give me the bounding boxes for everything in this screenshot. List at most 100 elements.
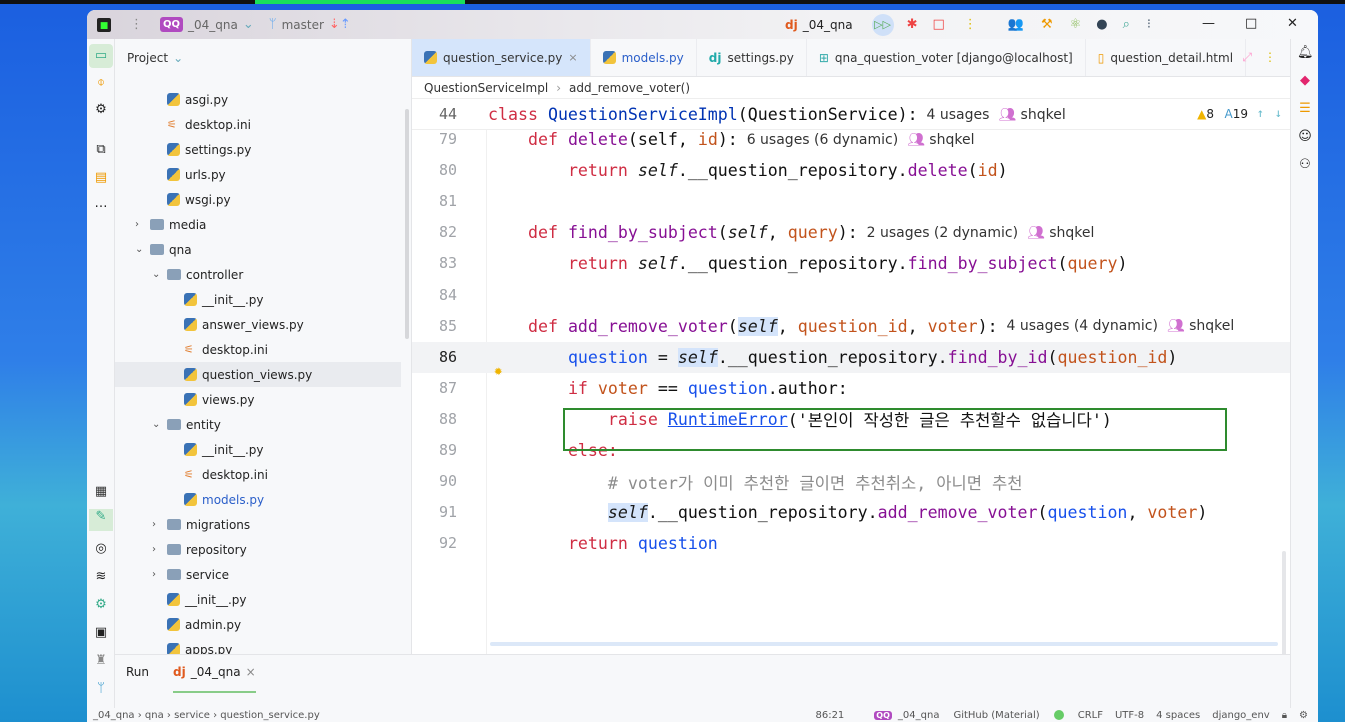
ai-icon[interactable]: ⚛	[1070, 17, 1082, 33]
copilot-icon[interactable]: ☺	[1297, 129, 1313, 145]
close-button[interactable]: ✕	[1287, 16, 1298, 32]
status-project[interactable]: _04_qna	[898, 710, 940, 721]
tree-item[interactable]: admin.py	[115, 612, 401, 637]
tree-scrollbar[interactable]	[405, 109, 409, 339]
collab-icon[interactable]: 👥	[1008, 17, 1024, 33]
tree-item[interactable]: ⌄ qna	[115, 237, 401, 262]
code-line[interactable]: return self .__question_repository. delete…	[488, 155, 1290, 186]
warning-count[interactable]: ▲8	[1197, 107, 1214, 121]
code-line[interactable]: class QuestionServiceImpl (QuestionServic…	[488, 99, 1290, 130]
chevron-down-icon[interactable]: ⌄	[173, 51, 183, 65]
tree-item[interactable]: answer_views.py	[115, 312, 401, 337]
tree-item[interactable]: ⚟ desktop.ini	[115, 462, 401, 487]
run-config-selector[interactable]: _04_qna	[803, 18, 853, 32]
typo-count[interactable]: A19	[1225, 107, 1249, 121]
ai-assistant-icon[interactable]: ◆	[1297, 73, 1313, 89]
more-tools-icon[interactable]: …	[93, 196, 109, 212]
tree-item[interactable]: question_views.py	[115, 362, 401, 387]
tree-item[interactable]: ⌄ entity	[115, 412, 401, 437]
tab-settings[interactable]: dj settings.py	[697, 39, 807, 76]
structure-icon[interactable]: ⚙	[93, 102, 109, 118]
line-separator[interactable]: CRLF	[1078, 710, 1103, 721]
tree-item[interactable]: wsgi.py	[115, 187, 401, 212]
tree-item[interactable]: › media	[115, 212, 401, 237]
tab-models[interactable]: models.py	[591, 39, 697, 76]
tree-item[interactable]: views.py	[115, 387, 401, 412]
search-icon[interactable]: ⌕	[1123, 17, 1130, 33]
tree-item[interactable]: __init__.py	[115, 287, 401, 312]
prev-highlight-icon[interactable]: ↑	[1257, 106, 1264, 120]
notifications-icon[interactable]: 🔔︎	[1297, 45, 1314, 61]
minimize-button[interactable]: —	[1202, 16, 1215, 32]
code-line[interactable]: question = self .__question_repository. fi…	[412, 341, 1290, 373]
database-icon[interactable]: ⧉	[93, 142, 109, 158]
git-icon[interactable]: ᛘ	[93, 681, 109, 697]
tree-item[interactable]: asgi.py	[115, 87, 401, 112]
tab-qna-question-voter[interactable]: ⊞ qna_question_voter [django@localhost]	[807, 39, 1086, 76]
tree-item[interactable]: settings.py	[115, 137, 401, 162]
code-line[interactable]	[488, 186, 1290, 217]
tree-item[interactable]: ⚟ desktop.ini	[115, 112, 401, 137]
chevron-down-icon[interactable]: ⌄	[135, 244, 145, 255]
vertical-scrollbar[interactable]	[1282, 551, 1286, 671]
bookmarks-icon[interactable]: ▤	[93, 170, 109, 186]
tree-item[interactable]: __init__.py	[115, 437, 401, 462]
status-path[interactable]: _04_qna › qna › service › question_servi…	[93, 710, 320, 721]
chevron-right-icon[interactable]: ›	[152, 519, 162, 530]
record-icon[interactable]: ●	[1096, 17, 1107, 33]
chevron-right-icon[interactable]: ›	[135, 219, 145, 230]
terminal-icon[interactable]: ▣	[93, 625, 109, 641]
branch-selector[interactable]: master	[282, 18, 324, 32]
tab-question-service[interactable]: question_service.py ×	[412, 39, 591, 76]
tree-item[interactable]: ⌄ controller	[115, 262, 401, 287]
stop-icon[interactable]: □	[932, 17, 944, 33]
tab-question-detail[interactable]: ▯ question_detail.html	[1086, 39, 1247, 76]
chevron-down-icon[interactable]: ⌄	[152, 419, 162, 430]
next-highlight-icon[interactable]: ↓	[1275, 106, 1282, 120]
database-icon[interactable]: ☰	[1297, 101, 1313, 117]
sticky-header[interactable]: 44 class QuestionServiceImpl (QuestionSer…	[412, 99, 1290, 130]
interpreter[interactable]: django_env	[1212, 710, 1269, 721]
cursor-position[interactable]: 86:21	[815, 710, 844, 721]
tree-item[interactable]: __init__.py	[115, 587, 401, 612]
copilot-chat-icon[interactable]: ⚇	[1297, 157, 1313, 173]
problems-icon[interactable]: ♜	[93, 653, 109, 669]
code-line[interactable]: def add_remove_voter(self, question_id, …	[488, 311, 1290, 342]
project-selector[interactable]: _04_qna	[188, 18, 238, 32]
code-line[interactable]: if voter == question .author:	[488, 373, 1290, 404]
commit-icon[interactable]: ⌽	[93, 75, 109, 91]
code-line[interactable]: def find_by_subject(self, query): 2 usag…	[488, 217, 1290, 248]
indent[interactable]: 4 spaces	[1156, 710, 1200, 721]
maximize-button[interactable]: □	[1245, 16, 1257, 32]
close-tab-icon[interactable]: ×	[568, 51, 577, 64]
tree-item[interactable]: urls.py	[115, 162, 401, 187]
layers-icon[interactable]: ≋	[93, 569, 109, 585]
code-line[interactable]: # voter가 이미 추천한 글이면 추천취소, 아니면 추천	[488, 466, 1290, 497]
run-tab[interactable]: dj _04_qna ×	[173, 665, 256, 693]
breadcrumb-method[interactable]: add_remove_voter()	[569, 81, 690, 95]
code-area[interactable]: 44 class QuestionServiceImpl (QuestionSer…	[412, 99, 1290, 671]
chevron-right-icon[interactable]: ›	[152, 569, 162, 580]
chevron-down-icon[interactable]: ⌄	[152, 269, 162, 280]
run-panel-title[interactable]: Run	[126, 665, 149, 679]
code-line[interactable]: return question	[488, 528, 1290, 559]
code-line[interactable]: self .__question_repository. add_remove_vo…	[488, 497, 1290, 528]
git-pull-push-icon[interactable]: ⇣⇡	[329, 17, 351, 33]
tree-item[interactable]: ⚟ desktop.ini	[115, 337, 401, 362]
main-menu-icon[interactable]: ⋮	[130, 17, 143, 33]
more-icon[interactable]: ⋮	[964, 17, 977, 33]
run-icon[interactable]: ▷▷	[871, 13, 894, 36]
project-tool-icon[interactable]: ▭	[89, 44, 113, 68]
code-line[interactable]: return self .__question_repository. find_b…	[488, 248, 1290, 279]
tree-item[interactable]: › service	[115, 562, 401, 587]
services-icon[interactable]: ◎	[93, 541, 109, 557]
tree-item[interactable]: › repository	[115, 537, 401, 562]
excel-icon[interactable]: ▦	[93, 484, 109, 500]
tree-item[interactable]: models.py	[115, 487, 401, 512]
close-run-tab-icon[interactable]: ×	[246, 665, 256, 679]
expand-icon[interactable]: ⤢	[1242, 50, 1252, 65]
breadcrumb-class[interactable]: QuestionServiceImpl	[424, 81, 548, 95]
python-console-icon[interactable]: ✎	[89, 509, 113, 531]
settings-icon[interactable]: ⁝	[1147, 17, 1151, 33]
tabs-more-icon[interactable]: ⋮	[1264, 50, 1276, 64]
